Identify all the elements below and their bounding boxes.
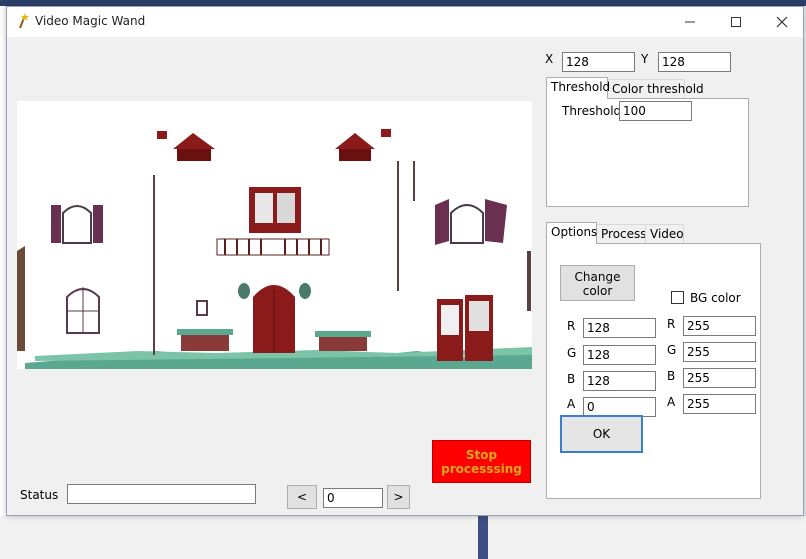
maximize-button[interactable] <box>713 7 759 37</box>
change-color-button[interactable]: Change color <box>560 265 635 301</box>
options-panel: Change color BG color R G B A R G B A OK <box>546 243 761 499</box>
bg-g-label: G <box>667 343 677 357</box>
tab-threshold[interactable]: Threshold <box>546 77 610 99</box>
tab-video[interactable]: Video <box>645 224 684 244</box>
minimize-button[interactable] <box>667 7 713 37</box>
bg-b-input[interactable] <box>683 368 756 388</box>
bg-a-label: A <box>667 395 676 409</box>
bg-r-label: R <box>667 317 676 331</box>
house-frame-image <box>17 101 532 369</box>
app-window: Video Magic Wand X 128 Y 128 Threshold C… <box>6 6 804 516</box>
fg-r-input[interactable] <box>583 318 656 338</box>
bg-g-input[interactable] <box>683 342 756 362</box>
y-label: Y <box>641 52 649 66</box>
x-label: X <box>545 52 554 66</box>
desktop-taskbar-strip <box>478 516 488 559</box>
threshold-panel: Threshold <box>546 98 749 207</box>
tab-process[interactable]: Process <box>596 224 647 244</box>
bg-r-input[interactable] <box>683 316 756 336</box>
tab-color-threshold[interactable]: Color threshold <box>607 79 704 99</box>
threshold-input[interactable] <box>619 101 692 121</box>
minimize-icon <box>685 21 695 23</box>
y-coordinate-input[interactable] <box>658 52 731 72</box>
window-title: Video Magic Wand <box>35 14 146 28</box>
change-color-label-line2: color <box>582 284 613 298</box>
title-bar[interactable]: Video Magic Wand <box>7 7 803 37</box>
bg-color-checkbox[interactable] <box>671 291 684 304</box>
fg-a-label: A <box>567 397 576 411</box>
ok-button[interactable]: OK <box>560 415 643 453</box>
wand-icon <box>15 13 31 29</box>
desktop-bottom-strip <box>0 516 806 559</box>
fg-g-label: G <box>567 346 577 360</box>
tab-options[interactable]: Options <box>546 222 597 244</box>
fg-b-label: B <box>567 372 576 386</box>
bg-color-label: BG color <box>690 291 741 305</box>
frame-number-input[interactable] <box>323 488 383 508</box>
fg-a-input[interactable] <box>583 397 656 417</box>
stop-processing-button[interactable]: Stop processsing <box>432 440 531 483</box>
fg-g-input[interactable] <box>583 345 656 365</box>
close-icon <box>776 16 788 28</box>
stop-label-line2: processsing <box>441 461 522 476</box>
status-field[interactable] <box>67 484 256 504</box>
status-label: Status <box>20 488 59 502</box>
fg-r-label: R <box>567 319 576 333</box>
maximize-icon <box>731 17 741 27</box>
fg-b-input[interactable] <box>583 371 656 391</box>
x-coordinate-input[interactable] <box>562 52 635 72</box>
bg-b-label: B <box>667 369 676 383</box>
next-frame-button[interactable]: > <box>387 485 410 509</box>
previous-frame-button[interactable]: < <box>287 485 317 509</box>
close-button[interactable] <box>759 7 805 37</box>
bg-a-input[interactable] <box>683 394 756 414</box>
threshold-label: Threshold <box>562 104 622 118</box>
change-color-label-line1: Change <box>574 270 621 284</box>
video-frame-preview[interactable] <box>17 101 532 369</box>
stop-label-line1: Stop <box>465 447 498 462</box>
